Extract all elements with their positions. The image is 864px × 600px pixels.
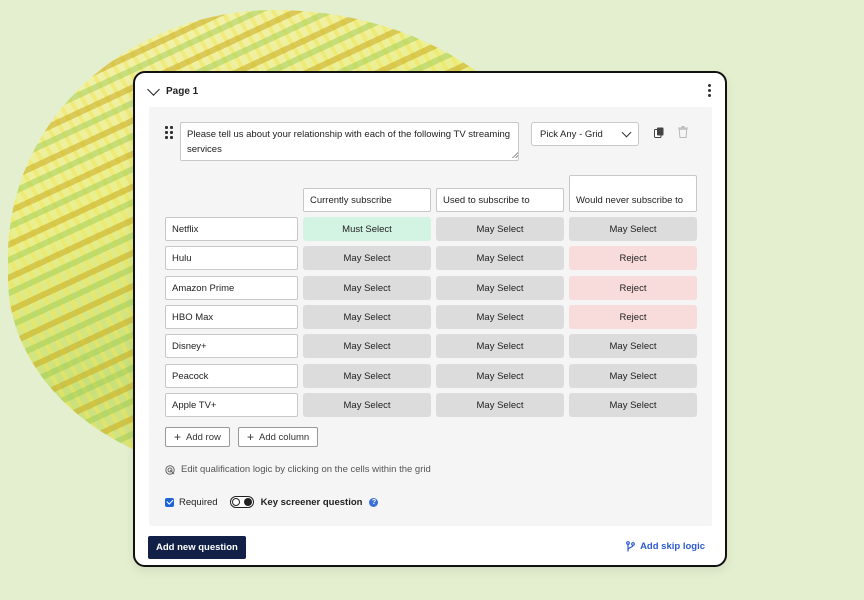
grid-cell[interactable]: May Select <box>303 276 431 300</box>
question-text-input[interactable]: Please tell us about your relationship w… <box>180 122 519 161</box>
row-label[interactable]: Peacock <box>165 364 298 388</box>
grid-cell[interactable]: May Select <box>436 246 564 270</box>
question-type-select[interactable]: Pick Any - Grid <box>531 122 639 146</box>
grid-cell[interactable]: May Select <box>436 217 564 241</box>
skip-logic-label: Add skip logic <box>640 541 705 552</box>
info-icon[interactable]: ? <box>369 497 379 507</box>
grid-cell[interactable]: May Select <box>436 276 564 300</box>
grid-cell[interactable]: Must Select <box>303 217 431 241</box>
question-options: Required Key screener question ? <box>165 496 379 508</box>
row-label[interactable]: Apple TV+ <box>165 393 298 417</box>
row-label[interactable]: HBO Max <box>165 305 298 329</box>
grid-cell[interactable]: May Select <box>569 217 697 241</box>
trash-icon[interactable] <box>678 126 688 138</box>
hint-text: Edit qualification logic by clicking on … <box>165 464 431 475</box>
branch-icon <box>626 541 635 552</box>
grid-cell[interactable]: Reject <box>569 276 697 300</box>
question-card: Page 1 Please tell us about your relatio… <box>133 71 727 567</box>
grid-cell[interactable]: May Select <box>436 393 564 417</box>
row-label[interactable]: Amazon Prime <box>165 276 298 300</box>
grid-cell[interactable]: May Select <box>569 334 697 358</box>
row-label[interactable]: Disney+ <box>165 334 298 358</box>
more-options-icon[interactable] <box>707 84 711 97</box>
key-screener-label: Key screener question <box>260 496 363 508</box>
add-new-question-button[interactable]: Add new question <box>148 536 246 559</box>
column-header[interactable]: Currently subscribe <box>303 188 431 212</box>
grid-cell[interactable]: May Select <box>436 364 564 388</box>
add-skip-logic-button[interactable]: Add skip logic <box>626 541 705 552</box>
hint-label: Edit qualification logic by clicking on … <box>181 464 431 475</box>
column-header[interactable]: Would never subscribe to <box>569 175 697 212</box>
page-header[interactable]: Page 1 <box>147 82 199 99</box>
key-screener-toggle[interactable] <box>229 496 254 508</box>
page-title: Page 1 <box>166 85 199 97</box>
duplicate-icon[interactable] <box>654 127 664 138</box>
grid-cell[interactable]: May Select <box>303 334 431 358</box>
grid-cell[interactable]: May Select <box>569 393 697 417</box>
grid-cell[interactable]: May Select <box>303 393 431 417</box>
grid-cell[interactable]: Reject <box>569 246 697 270</box>
plus-icon: + <box>247 430 255 444</box>
question-panel: Please tell us about your relationship w… <box>149 107 712 526</box>
chevron-down-icon <box>621 127 632 138</box>
grid-cell[interactable]: May Select <box>436 305 564 329</box>
add-column-button[interactable]: + Add column <box>238 427 319 447</box>
grid-cell[interactable]: May Select <box>303 364 431 388</box>
grid-cell[interactable]: Reject <box>569 305 697 329</box>
row-label[interactable]: Hulu <box>165 246 298 270</box>
question-type-value: Pick Any - Grid <box>540 128 603 140</box>
plus-icon: + <box>174 430 182 444</box>
resize-grip-icon[interactable] <box>512 152 518 158</box>
grid-cell[interactable]: May Select <box>436 334 564 358</box>
add-row-button[interactable]: + Add row <box>165 427 230 447</box>
column-header[interactable]: Used to subscribe to <box>436 188 564 212</box>
grid-cell[interactable]: May Select <box>303 305 431 329</box>
grid-cell[interactable]: May Select <box>303 246 431 270</box>
drag-handle-icon[interactable] <box>165 126 173 139</box>
add-row-label: Add row <box>186 431 221 443</box>
grid-cell[interactable]: May Select <box>569 364 697 388</box>
row-label[interactable]: Netflix <box>165 217 298 241</box>
required-checkbox[interactable] <box>165 497 174 507</box>
add-column-label: Add column <box>259 431 310 443</box>
required-label: Required <box>179 496 218 508</box>
chevron-down-icon[interactable] <box>147 82 160 96</box>
target-icon <box>165 464 175 475</box>
